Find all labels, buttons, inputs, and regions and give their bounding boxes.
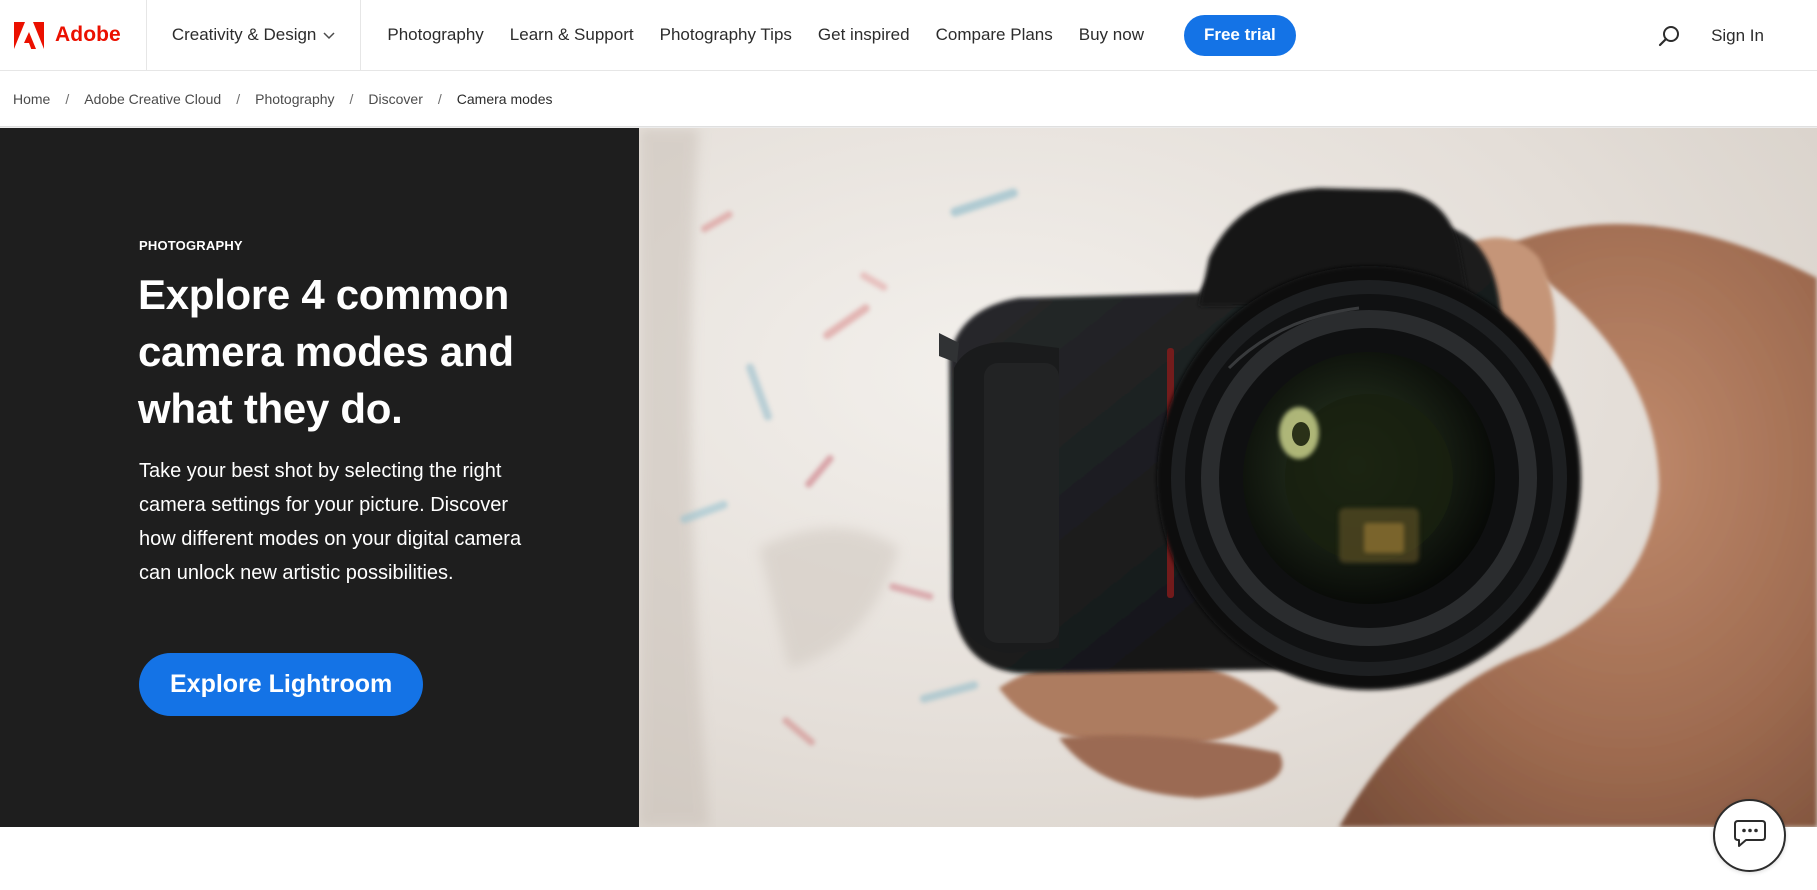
search-icon[interactable] <box>1649 16 1689 56</box>
nav-link-compare-plans[interactable]: Compare Plans <box>923 25 1066 45</box>
nav-link-photography-tips[interactable]: Photography Tips <box>647 25 805 45</box>
free-trial-button[interactable]: Free trial <box>1183 14 1296 56</box>
hero-eyebrow: PHOTOGRAPHY <box>139 238 243 253</box>
creativity-design-menu[interactable]: Creativity & Design <box>147 0 362 71</box>
breadcrumb-separator: / <box>349 91 354 107</box>
explore-lightroom-button[interactable]: Explore Lightroom <box>139 653 424 716</box>
nav-link-learn-support[interactable]: Learn & Support <box>497 25 647 45</box>
adobe-home-link[interactable]: Adobe <box>0 0 147 71</box>
chat-icon <box>1733 818 1767 853</box>
chevron-down-icon <box>323 25 335 45</box>
creativity-design-label: Creativity & Design <box>171 25 317 44</box>
breadcrumb-current: Camera modes <box>456 91 553 107</box>
global-nav: Adobe Creativity & Design Photography Le… <box>0 0 1817 71</box>
hero-text-panel: PHOTOGRAPHY Explore 4 common camera mode… <box>0 128 639 827</box>
breadcrumb-separator: / <box>236 91 241 107</box>
nav-link-photography[interactable]: Photography <box>374 25 496 45</box>
brand-name: Adobe <box>55 23 121 46</box>
breadcrumb-discover[interactable]: Discover <box>368 91 422 107</box>
breadcrumb-creative-cloud[interactable]: Adobe Creative Cloud <box>84 91 221 107</box>
hero-headline: Explore 4 common camera modes and what t… <box>138 271 514 432</box>
breadcrumb: Home / Adobe Creative Cloud / Photograph… <box>0 72 1817 126</box>
nav-link-get-inspired[interactable]: Get inspired <box>805 25 923 45</box>
breadcrumb-photography[interactable]: Photography <box>255 91 334 107</box>
hero-description: Take your best shot by selecting the rig… <box>139 460 522 584</box>
breadcrumb-home[interactable]: Home <box>13 91 50 107</box>
nav-links: Photography Learn & Support Photography … <box>361 0 1296 71</box>
nav-link-buy-now[interactable]: Buy now <box>1066 25 1157 45</box>
chat-button[interactable] <box>1713 799 1786 872</box>
adobe-logo-icon <box>14 21 44 49</box>
sign-in-link[interactable]: Sign In <box>1711 26 1764 46</box>
hero-camera-image <box>639 128 1817 827</box>
breadcrumb-separator: / <box>437 91 442 107</box>
hero: PHOTOGRAPHY Explore 4 common camera mode… <box>0 128 1817 827</box>
nav-utilities: Sign In <box>1649 0 1817 71</box>
breadcrumb-separator: / <box>65 91 70 107</box>
